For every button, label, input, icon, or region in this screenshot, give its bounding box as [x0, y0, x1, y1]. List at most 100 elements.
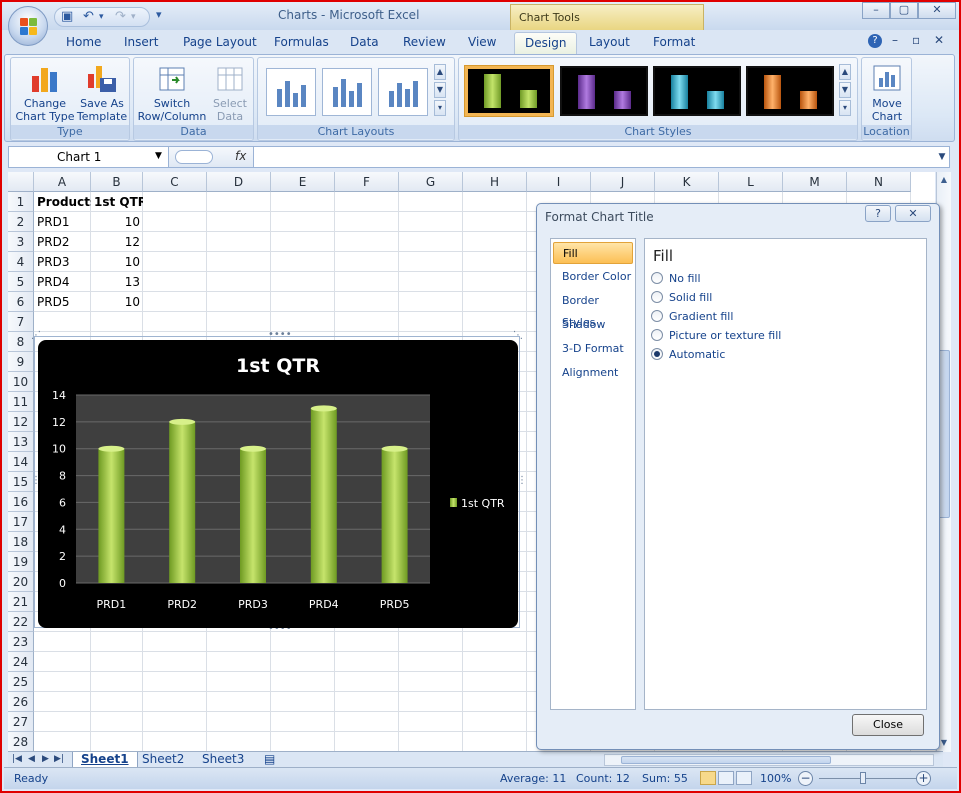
- chart-resize-handle-top-right[interactable]: ⋱: [513, 331, 523, 341]
- row-header-22[interactable]: 22: [8, 612, 34, 632]
- save-as-template-button[interactable]: Save As Template: [75, 62, 129, 123]
- chart-layout-2[interactable]: [322, 68, 372, 116]
- tab-page-layout[interactable]: Page Layout: [183, 35, 257, 49]
- move-chart-button[interactable]: Move Chart: [864, 62, 910, 123]
- sheet-tab-3[interactable]: Sheet3: [194, 752, 252, 768]
- chart[interactable]: 1st QTR 0 2 4 6 8 10 12 14 PRD1 PRD2 PRD3 PRD4 PRD5 1s…: [38, 340, 518, 628]
- styles-scroll-down-icon[interactable]: ▼: [839, 82, 851, 98]
- radio-picture-texture-fill[interactable]: Picture or texture fill: [651, 328, 781, 344]
- cell-a2[interactable]: PRD1: [34, 212, 91, 232]
- tab-formulas[interactable]: Formulas: [274, 35, 329, 49]
- row-header-18[interactable]: 18: [8, 532, 34, 552]
- radio-no-fill[interactable]: No fill: [651, 271, 701, 287]
- row-header-16[interactable]: 16: [8, 492, 34, 512]
- workbook-restore-icon[interactable]: ▫: [912, 33, 920, 47]
- dialog-close-x-button[interactable]: ✕: [895, 205, 931, 222]
- name-box[interactable]: Chart 1: [9, 147, 169, 167]
- row-header-1[interactable]: 1: [8, 192, 34, 212]
- cell-a3[interactable]: PRD2: [34, 232, 91, 252]
- row-header-9[interactable]: 9: [8, 352, 34, 372]
- chart-style-purple[interactable]: [560, 66, 648, 116]
- column-header-b[interactable]: B: [91, 172, 143, 192]
- redo-icon[interactable]: ↷: [115, 9, 126, 24]
- chart-layout-1[interactable]: [266, 68, 316, 116]
- tab-view[interactable]: View: [468, 35, 496, 49]
- row-header-17[interactable]: 17: [8, 512, 34, 532]
- dialog-nav-fill[interactable]: Fill: [553, 242, 633, 264]
- zoom-in-icon[interactable]: +: [916, 771, 931, 786]
- column-header-m[interactable]: M: [783, 172, 847, 192]
- zoom-slider-track[interactable]: [819, 778, 919, 779]
- tab-review[interactable]: Review: [403, 35, 446, 49]
- column-header-g[interactable]: G: [399, 172, 463, 192]
- column-header-a[interactable]: A: [34, 172, 91, 192]
- dialog-nav-alignment[interactable]: Alignment: [553, 362, 633, 384]
- cell-b1[interactable]: 1st QTR: [91, 192, 143, 212]
- cell-b2[interactable]: 10: [91, 212, 143, 232]
- layouts-scroll-down-icon[interactable]: ▼: [434, 82, 446, 98]
- radio-no-fill-circle[interactable]: [651, 272, 663, 284]
- row-header-21[interactable]: 21: [8, 592, 34, 612]
- tab-design[interactable]: Design: [514, 32, 578, 54]
- chart-title[interactable]: 1st QTR: [236, 355, 320, 377]
- column-header-k[interactable]: K: [655, 172, 719, 192]
- next-sheet-icon[interactable]: ▶: [42, 754, 49, 764]
- column-header-c[interactable]: C: [143, 172, 207, 192]
- row-header-11[interactable]: 11: [8, 392, 34, 412]
- save-icon[interactable]: ▣: [61, 9, 73, 24]
- horizontal-scroll-thumb[interactable]: [621, 756, 831, 764]
- undo-icon[interactable]: ↶: [83, 9, 94, 24]
- row-header-5[interactable]: 5: [8, 272, 34, 292]
- tab-layout[interactable]: Layout: [589, 35, 630, 49]
- insert-function-icon[interactable]: fx: [235, 149, 246, 163]
- tab-home[interactable]: Home: [66, 35, 101, 49]
- zoom-level[interactable]: 100%: [760, 772, 791, 785]
- radio-gradient-fill[interactable]: Gradient fill: [651, 309, 733, 325]
- restore-button[interactable]: ▢: [890, 2, 918, 19]
- first-sheet-icon[interactable]: |◀: [12, 754, 22, 764]
- row-header-23[interactable]: 23: [8, 632, 34, 652]
- row-header-6[interactable]: 6: [8, 292, 34, 312]
- insert-sheet-icon[interactable]: ▤: [256, 752, 283, 768]
- layouts-scroll-up-icon[interactable]: ▲: [434, 64, 446, 80]
- chart-style-green[interactable]: [465, 66, 553, 116]
- radio-solid-fill-circle[interactable]: [651, 291, 663, 303]
- dialog-nav-border-styles[interactable]: Border Styles: [553, 290, 633, 329]
- chart-resize-handle-top[interactable]: ••••: [268, 330, 292, 340]
- column-header-f[interactable]: F: [335, 172, 399, 192]
- chart-style-cyan[interactable]: [653, 66, 741, 116]
- layouts-more-icon[interactable]: ▾: [434, 100, 446, 116]
- zoom-slider-thumb[interactable]: [860, 772, 866, 784]
- minimize-button[interactable]: –: [862, 2, 890, 19]
- last-sheet-icon[interactable]: ▶|: [54, 754, 64, 764]
- row-header-4[interactable]: 4: [8, 252, 34, 272]
- chart-resize-handle-top-left[interactable]: ⋰: [31, 331, 41, 341]
- styles-more-icon[interactable]: ▾: [839, 100, 851, 116]
- radio-picture-fill-circle[interactable]: [651, 329, 663, 341]
- tab-format[interactable]: Format: [653, 35, 695, 49]
- cell-a4[interactable]: PRD3: [34, 252, 91, 272]
- row-header-13[interactable]: 13: [8, 432, 34, 452]
- select-all-corner[interactable]: [8, 172, 34, 192]
- sheet-tab-1[interactable]: Sheet1: [72, 752, 138, 768]
- cell-b4[interactable]: 10: [91, 252, 143, 272]
- cell-b5[interactable]: 13: [91, 272, 143, 292]
- row-header-12[interactable]: 12: [8, 412, 34, 432]
- chart-layout-3[interactable]: [378, 68, 428, 116]
- cell-a6[interactable]: PRD5: [34, 292, 91, 312]
- help-icon[interactable]: ?: [868, 34, 882, 48]
- name-box-dropdown-icon[interactable]: ▼: [155, 151, 162, 161]
- customize-qat-icon[interactable]: ▾: [156, 8, 162, 21]
- tab-insert[interactable]: Insert: [124, 35, 158, 49]
- row-header-20[interactable]: 20: [8, 572, 34, 592]
- cell-a1[interactable]: Products: [34, 192, 91, 212]
- row-header-14[interactable]: 14: [8, 452, 34, 472]
- tab-data[interactable]: Data: [350, 35, 379, 49]
- radio-automatic[interactable]: Automatic: [651, 347, 725, 363]
- radio-automatic-circle[interactable]: [651, 348, 663, 360]
- redo-dropdown-icon[interactable]: ▾: [131, 12, 136, 22]
- styles-scroll-up-icon[interactable]: ▲: [839, 64, 851, 80]
- cell-b3[interactable]: 12: [91, 232, 143, 252]
- chart-resize-handle-right[interactable]: ⋮: [517, 476, 527, 486]
- column-header-l[interactable]: L: [719, 172, 783, 192]
